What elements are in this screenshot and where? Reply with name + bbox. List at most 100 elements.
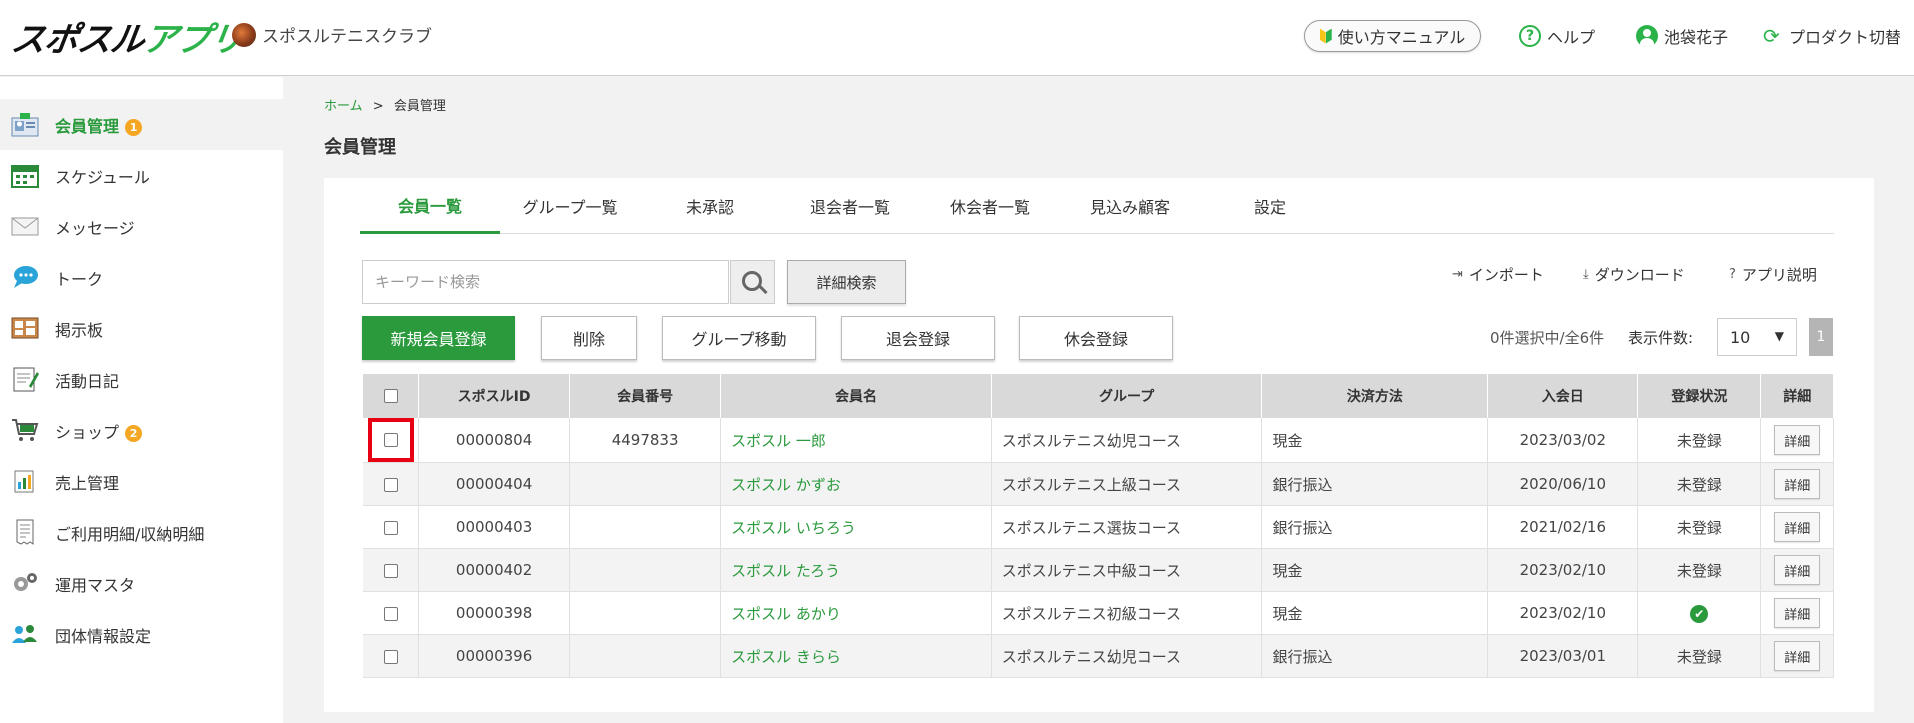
import-link[interactable]: ⇥ インポート [1452,264,1544,285]
join-date: 2023/02/10 [1487,591,1639,635]
download-label: ダウンロード [1594,266,1685,284]
user-menu[interactable]: 池袋花子 [1636,24,1728,48]
import-label: インポート [1468,266,1544,284]
sidebar-item-board[interactable]: 掲示板 [0,303,283,354]
suspend-button[interactable]: 休会登録 [1019,316,1173,360]
table-header-row: スポスルID 会員番号 会員名 グループ 決済方法 入会日 登録状況 詳細 [363,374,1834,418]
sidebar-item-messages[interactable]: メッセージ [0,201,283,252]
search-icon[interactable] [730,260,775,304]
registration-status: 未登録 [1637,634,1762,678]
detail-button[interactable]: 詳細 [1774,598,1821,628]
detail-button[interactable]: 詳細 [1774,555,1821,585]
payment-method: 銀行振込 [1261,462,1489,506]
sidebar-item-diary[interactable]: 活動日記 [0,354,283,405]
column-header[interactable]: 登録状況 [1637,374,1762,418]
row-checkbox[interactable] [383,520,398,535]
beginner-mark-icon [1320,29,1332,44]
member-number [569,548,722,592]
join-date: 2023/02/10 [1487,548,1639,592]
app-logo[interactable]: スポスルアプリ [9,14,246,60]
column-header[interactable]: 会員名 [720,374,992,418]
mail-icon [11,217,39,236]
search-input[interactable] [363,261,729,303]
download-icon: ⤓ [1583,267,1589,282]
detail-button[interactable]: 詳細 [1774,469,1821,499]
column-header[interactable]: 入会日 [1487,374,1639,418]
select-all-checkbox[interactable] [383,389,398,403]
member-name-link[interactable]: スポスル きらら [720,634,992,678]
join-date: 2020/06/10 [1487,462,1639,506]
sidebar-item-talk[interactable]: トーク [0,252,283,303]
manual-label: 使い方マニュアル [1337,28,1466,47]
tab-withdrawn[interactable]: 退会者一覧 [780,178,920,234]
member-number: 4497833 [569,418,722,463]
sidebar-item-label: 運用マスタ [55,575,136,595]
tab-group-list[interactable]: グループ一覧 [500,178,640,234]
board-icon [11,317,39,339]
app-help-link[interactable]: ? アプリ説明 [1729,264,1817,285]
detail-button[interactable]: 詳細 [1774,512,1821,542]
refresh-icon: ⟳ [1763,24,1780,48]
row-checkbox[interactable] [383,649,398,664]
tab-settings[interactable]: 設定 [1200,178,1340,234]
cart-icon [12,419,39,441]
sidebar-item-schedule[interactable]: スケジュール [0,150,283,201]
help-icon: ? [1519,25,1541,47]
sidebar-item-label: 売上管理 [55,473,120,493]
row-checkbox[interactable] [383,563,398,578]
logo-text-green: アプリ [140,19,246,60]
tab-unapproved[interactable]: 未承認 [640,178,780,234]
help-link[interactable]: ? ヘルプ [1519,24,1595,48]
sidebar-item-master[interactable]: 運用マスタ [0,558,283,609]
chevron-down-icon: ▼ [1774,329,1784,343]
sidebar-item-receipts[interactable]: ご利用明細/収納明細 [0,507,283,558]
advanced-search-button[interactable]: 詳細検索 [787,260,906,304]
sidebar-item-shop[interactable]: ショップ 2 [0,405,283,456]
row-checkbox[interactable] [383,477,398,492]
page-title: 会員管理 [324,137,396,158]
question-icon: ? [1729,267,1736,282]
manual-button[interactable]: 使い方マニュアル [1304,20,1481,52]
tab-suspended[interactable]: 休会者一覧 [920,178,1060,234]
registration-status: 未登録 [1637,548,1762,592]
member-name-link[interactable]: スポスル いちろう [720,505,992,549]
page-button[interactable]: 1 [1809,318,1833,356]
row-checkbox-highlighted[interactable] [367,418,414,462]
sidebar-item-members[interactable]: 会員管理 1 [0,99,283,150]
members-icon [11,113,39,137]
row-checkbox[interactable] [383,433,398,447]
withdraw-button[interactable]: 退会登録 [841,316,995,360]
column-header[interactable]: 決済方法 [1261,374,1489,418]
select-all-cell [363,374,420,418]
sidebar-item-group-settings[interactable]: 団体情報設定 [0,609,283,660]
new-member-button[interactable]: 新規会員登録 [362,316,515,360]
breadcrumb-home-link[interactable]: ホーム [324,99,363,114]
per-page-select[interactable]: 10 ▼ [1717,318,1797,356]
row-checkbox[interactable] [383,606,398,621]
tab-prospects[interactable]: 見込み顧客 [1060,178,1200,234]
column-header[interactable]: スポスルID [418,374,571,418]
sidebar-item-label: ご利用明細/収納明細 [55,524,205,544]
member-name-link[interactable]: スポスル あかり [720,591,992,635]
column-header[interactable]: グループ [991,374,1263,418]
member-name-link[interactable]: スポスル たろう [720,548,992,592]
app-header: スポスルアプリ スポスルテニスクラブ 使い方マニュアル ? ヘルプ 池袋花子 ⟳… [0,0,1914,76]
group-settings-icon [12,625,37,643]
payment-method: 現金 [1261,548,1489,592]
member-group: スポスルテニス中級コース [991,548,1263,592]
member-name-link[interactable]: スポスル かずお [720,462,992,506]
breadcrumb: ホーム > 会員管理 [324,95,446,114]
member-group: スポスルテニス初級コース [991,591,1263,635]
delete-button[interactable]: 削除 [541,316,637,360]
detail-button[interactable]: 詳細 [1774,425,1821,455]
column-header[interactable]: 会員番号 [569,374,722,418]
download-link[interactable]: ⤓ ダウンロード [1583,264,1685,285]
tab-bar: 会員一覧 グループ一覧 未承認 退会者一覧 休会者一覧 見込み顧客 設定 [360,178,1834,234]
registration-status: 未登録 [1637,462,1762,506]
sidebar-item-sales[interactable]: 売上管理 [0,456,283,507]
member-name-link[interactable]: スポスル 一郎 [720,418,992,463]
product-switch-link[interactable]: ⟳ プロダクト切替 [1763,24,1901,48]
detail-button[interactable]: 詳細 [1774,641,1821,671]
group-move-button[interactable]: グループ移動 [662,316,816,360]
tab-member-list[interactable]: 会員一覧 [360,178,500,234]
